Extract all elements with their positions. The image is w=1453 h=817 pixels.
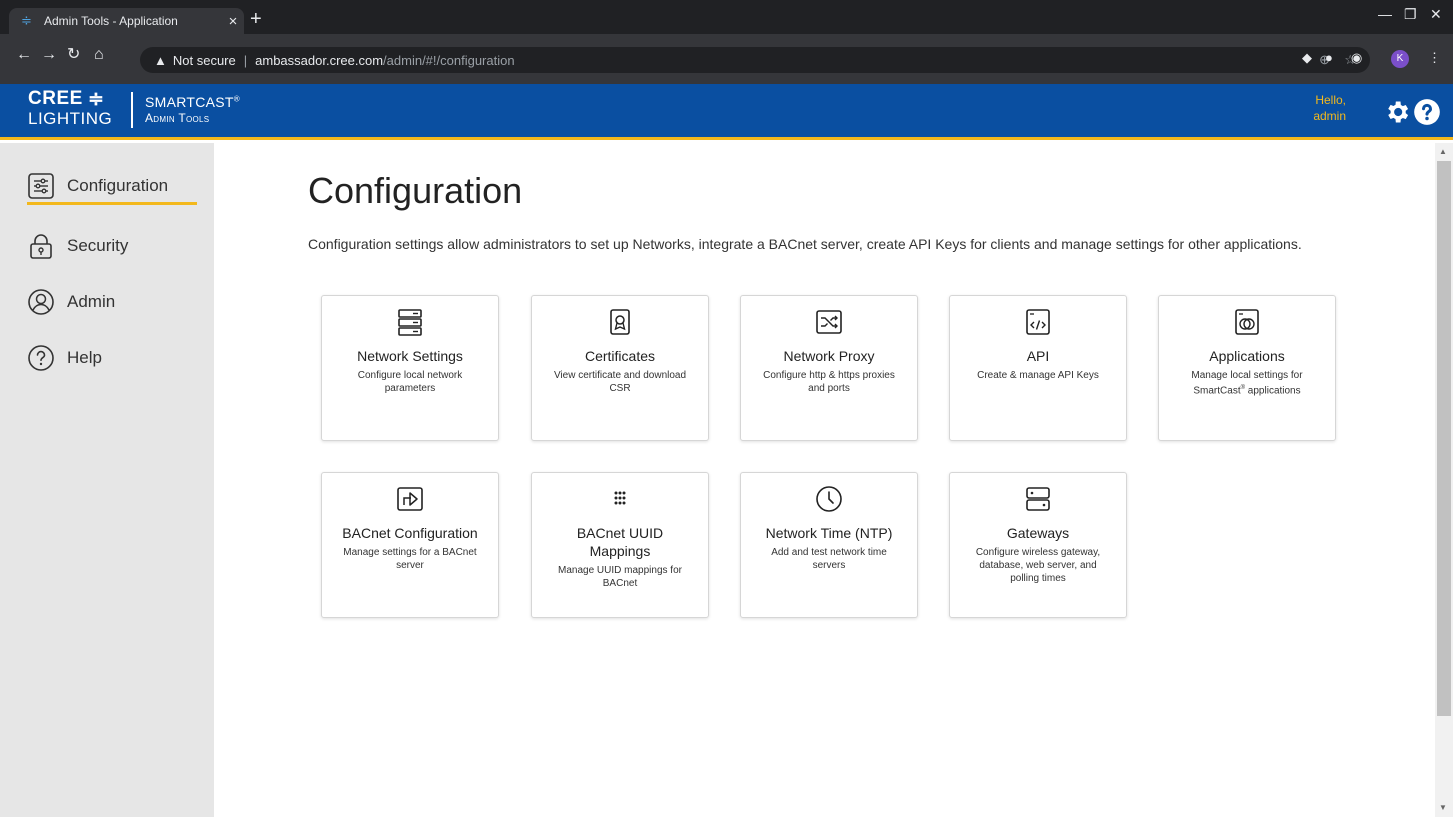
lock-icon [30,234,52,259]
user-icon [28,289,54,315]
card-description: Manage local settings for SmartCast® app… [1191,370,1303,397]
address-bar[interactable]: ▲ Not secure | ambassador.cree.com /admi… [140,47,1370,73]
card-network-settings[interactable]: Network Settings Configure local network… [321,295,499,441]
card-title: Certificates [584,348,656,364]
url-divider: | [243,52,248,68]
sidebar-item-label: Help [67,348,102,367]
extension-icon[interactable]: ◉ [1351,50,1362,66]
page-scrollbar[interactable]: ▲ ▼ [1435,143,1453,817]
tab-close-button[interactable]: × [222,13,244,30]
minimize-icon[interactable]: — [1378,6,1392,22]
card-title: BACnet Configuration [342,525,478,541]
extension-icon[interactable]: ◆ [1302,50,1312,66]
product-subtitle: Admin Tools [145,111,210,125]
cree-logo-icon: ≑ [88,89,105,110]
card-bacnet-uuid-mappings[interactable]: BACnet UUID Mappings Manage UUID mapping… [531,472,709,618]
card-title: Network Settings [357,348,463,364]
export-arrow-icon [397,487,423,511]
back-icon[interactable]: ← [16,46,32,64]
sidebar-item-label: Admin [67,292,116,311]
certificate-icon [610,309,630,335]
username: admin [1313,109,1346,123]
url-host: ambassador.cree.com [255,52,384,68]
card-network-proxy[interactable]: Network Proxy Configure http & https pro… [740,295,918,441]
dot-grid-icon [614,491,626,505]
active-indicator [27,202,197,205]
app-window-icon [1235,309,1259,335]
app-header: CREE ≑ LIGHTING SMARTCAST® Admin Tools H… [0,84,1453,140]
card-gateways[interactable]: Gateways Configure wireless gateway, dat… [949,472,1127,618]
logo-lighting: LIGHTING [28,109,113,128]
card-description: Create & manage API Keys [977,370,1099,381]
sliders-icon [28,173,54,199]
sidebar-item-admin[interactable]: Admin [27,287,115,317]
help-icon [28,345,54,371]
page-description: Configuration settings allow administrat… [308,236,1302,252]
card-title: Applications [1209,348,1285,364]
user-greeting: Hello, admin [1302,92,1346,124]
logo-divider [131,92,133,128]
reload-icon[interactable]: ↻ [67,46,80,64]
card-description: View certificate and download CSR [553,370,687,394]
clock-icon [816,486,842,512]
help-circle-icon[interactable] [1413,98,1441,126]
sidebar-item-security[interactable]: Security [27,231,128,261]
card-description: Configure http & https proxies and ports [763,370,895,394]
card-api[interactable]: API Create & manage API Keys [949,295,1127,441]
card-certificates[interactable]: Certificates View certificate and downlo… [531,295,709,441]
logo-cree: CREE [28,88,83,109]
card-title: API [1026,348,1050,364]
card-title: Network Proxy [783,348,875,364]
security-label[interactable]: Not secure [173,53,236,68]
scroll-up-icon[interactable]: ▲ [1439,147,1447,156]
sidebar-item-help[interactable]: Help [27,343,102,373]
product-name: SMARTCAST® [145,94,240,110]
sidebar-item-configuration[interactable]: Configuration [27,171,168,201]
card-title: Gateways [1006,525,1070,541]
scroll-thumb[interactable] [1437,161,1451,716]
forward-icon[interactable]: → [41,46,57,64]
extension-icon[interactable]: ● [1325,50,1333,65]
browser-tab[interactable]: ≑ Admin Tools - Application × [9,8,244,34]
shuffle-icon [816,310,842,334]
gear-icon[interactable] [1383,98,1411,126]
page-title: Configuration [308,170,523,211]
code-window-icon [1026,309,1050,335]
restore-icon[interactable]: ❐ [1404,6,1417,23]
server-stack-icon [398,309,422,336]
cree-favicon-icon: ≑ [21,13,32,28]
new-tab-button[interactable]: + [250,9,262,29]
menu-icon[interactable]: ⋮ [1428,50,1441,66]
url-path: /admin/#!/configuration [383,52,515,68]
sidebar-item-label: Security [67,236,129,255]
card-description: Manage UUID mappings for BACnet [558,565,682,589]
card-bacnet-configuration[interactable]: BACnet Configuration Manage settings for… [321,472,499,618]
card-description: Manage settings for a BACnet server [343,547,477,571]
profile-avatar[interactable]: K [1391,50,1409,68]
card-description: Add and test network time servers [771,547,887,571]
gateway-icon [1026,487,1050,511]
card-description: Configure local network parameters [357,370,463,394]
warning-icon: ▲ [154,52,167,68]
card-network-time[interactable]: Network Time (NTP) Add and test network … [740,472,918,618]
card-description: Configure wireless gateway, database, we… [975,547,1101,584]
close-window-icon[interactable]: ✕ [1430,6,1442,23]
tab-title: Admin Tools - Application [44,14,178,28]
browser-tabbar: ≑ Admin Tools - Application × + — ❐ ✕ [0,0,1453,34]
scroll-down-icon[interactable]: ▼ [1439,803,1447,812]
home-icon[interactable]: ⌂ [94,46,104,64]
card-applications[interactable]: Applications Manage local settings for S… [1158,295,1336,441]
card-title: Network Time (NTP) [765,525,893,541]
card-title: BACnet UUID Mappings [576,525,664,559]
sidebar-item-label: Configuration [67,176,169,195]
sidebar: Configuration Security Admin Help [0,143,214,817]
